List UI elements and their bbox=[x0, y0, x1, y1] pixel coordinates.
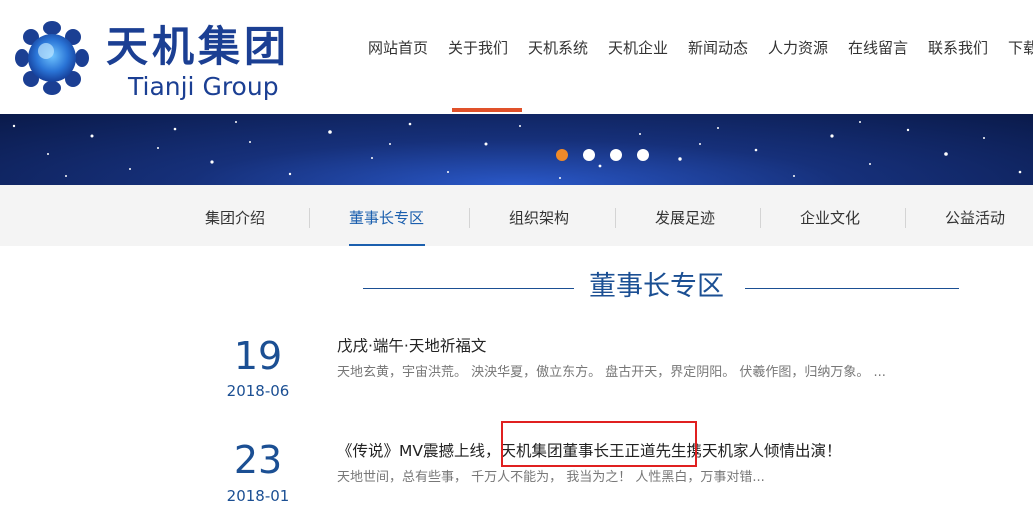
banner-dot-4[interactable] bbox=[637, 149, 649, 161]
subnav-history[interactable]: 发展足迹 bbox=[655, 209, 715, 227]
nav-home[interactable]: 网站首页 bbox=[368, 36, 428, 60]
subnav-divider bbox=[469, 208, 470, 228]
logo-chinese-name: 天机集团 bbox=[106, 22, 291, 71]
subnav-divider bbox=[760, 208, 761, 228]
nav-news[interactable]: 新闻动态 bbox=[688, 36, 748, 60]
site-header: 天机集团 Tianji Group 网站首页 关于我们 天机系统 天机企业 新闻… bbox=[0, 0, 1033, 114]
article-day: 23 bbox=[233, 438, 283, 482]
article-title[interactable]: 戊戌·端午·天地祈福文 bbox=[337, 336, 486, 356]
nav-active-indicator bbox=[452, 108, 522, 112]
article-excerpt: 天地世间，总有些事， 千万人不能为， 我当为之！ 人性黑白，万事对错... bbox=[337, 470, 765, 485]
logo-globe-icon[interactable] bbox=[12, 18, 92, 98]
nav-download[interactable]: 下载 bbox=[1008, 36, 1033, 60]
subnav-culture[interactable]: 企业文化 bbox=[800, 209, 860, 227]
section-title: 董事长专区 bbox=[589, 271, 724, 302]
banner-dot-3[interactable] bbox=[610, 149, 622, 161]
subnav-active-indicator bbox=[349, 244, 425, 246]
subnav-group-intro[interactable]: 集团介绍 bbox=[205, 209, 265, 227]
nav-message[interactable]: 在线留言 bbox=[848, 36, 908, 60]
subnav-chairman[interactable]: 董事长专区 bbox=[349, 209, 424, 227]
article-excerpt: 天地玄黄，宇宙洪荒。 泱泱华夏，傲立东方。 盘古开天，界定阴阳。 伏羲作图，归纳… bbox=[337, 365, 886, 380]
article-year-month: 2018-01 bbox=[226, 487, 290, 505]
nav-system[interactable]: 天机系统 bbox=[528, 36, 588, 60]
subnav-divider bbox=[309, 208, 310, 228]
nav-about[interactable]: 关于我们 bbox=[448, 36, 508, 60]
nav-contact[interactable]: 联系我们 bbox=[928, 36, 988, 60]
nav-hr[interactable]: 人力资源 bbox=[768, 36, 828, 60]
banner-starfield bbox=[0, 114, 1033, 185]
subnav-divider bbox=[615, 208, 616, 228]
article-year-month: 2018-06 bbox=[226, 382, 290, 400]
title-line-right bbox=[745, 288, 959, 289]
subnav-charity[interactable]: 公益活动 bbox=[945, 209, 1005, 227]
logo-english-name: Tianji Group bbox=[128, 72, 279, 101]
subnav-divider bbox=[905, 208, 906, 228]
banner-dot-1[interactable] bbox=[556, 149, 568, 161]
subnav-org-structure[interactable]: 组织架构 bbox=[509, 209, 569, 227]
highlight-annotation-box bbox=[501, 421, 697, 467]
article-day: 19 bbox=[233, 334, 283, 378]
title-line-left bbox=[363, 288, 574, 289]
nav-enterprise[interactable]: 天机企业 bbox=[608, 36, 668, 60]
starfield-decoration bbox=[12, 121, 1022, 179]
banner-dot-2[interactable] bbox=[583, 149, 595, 161]
